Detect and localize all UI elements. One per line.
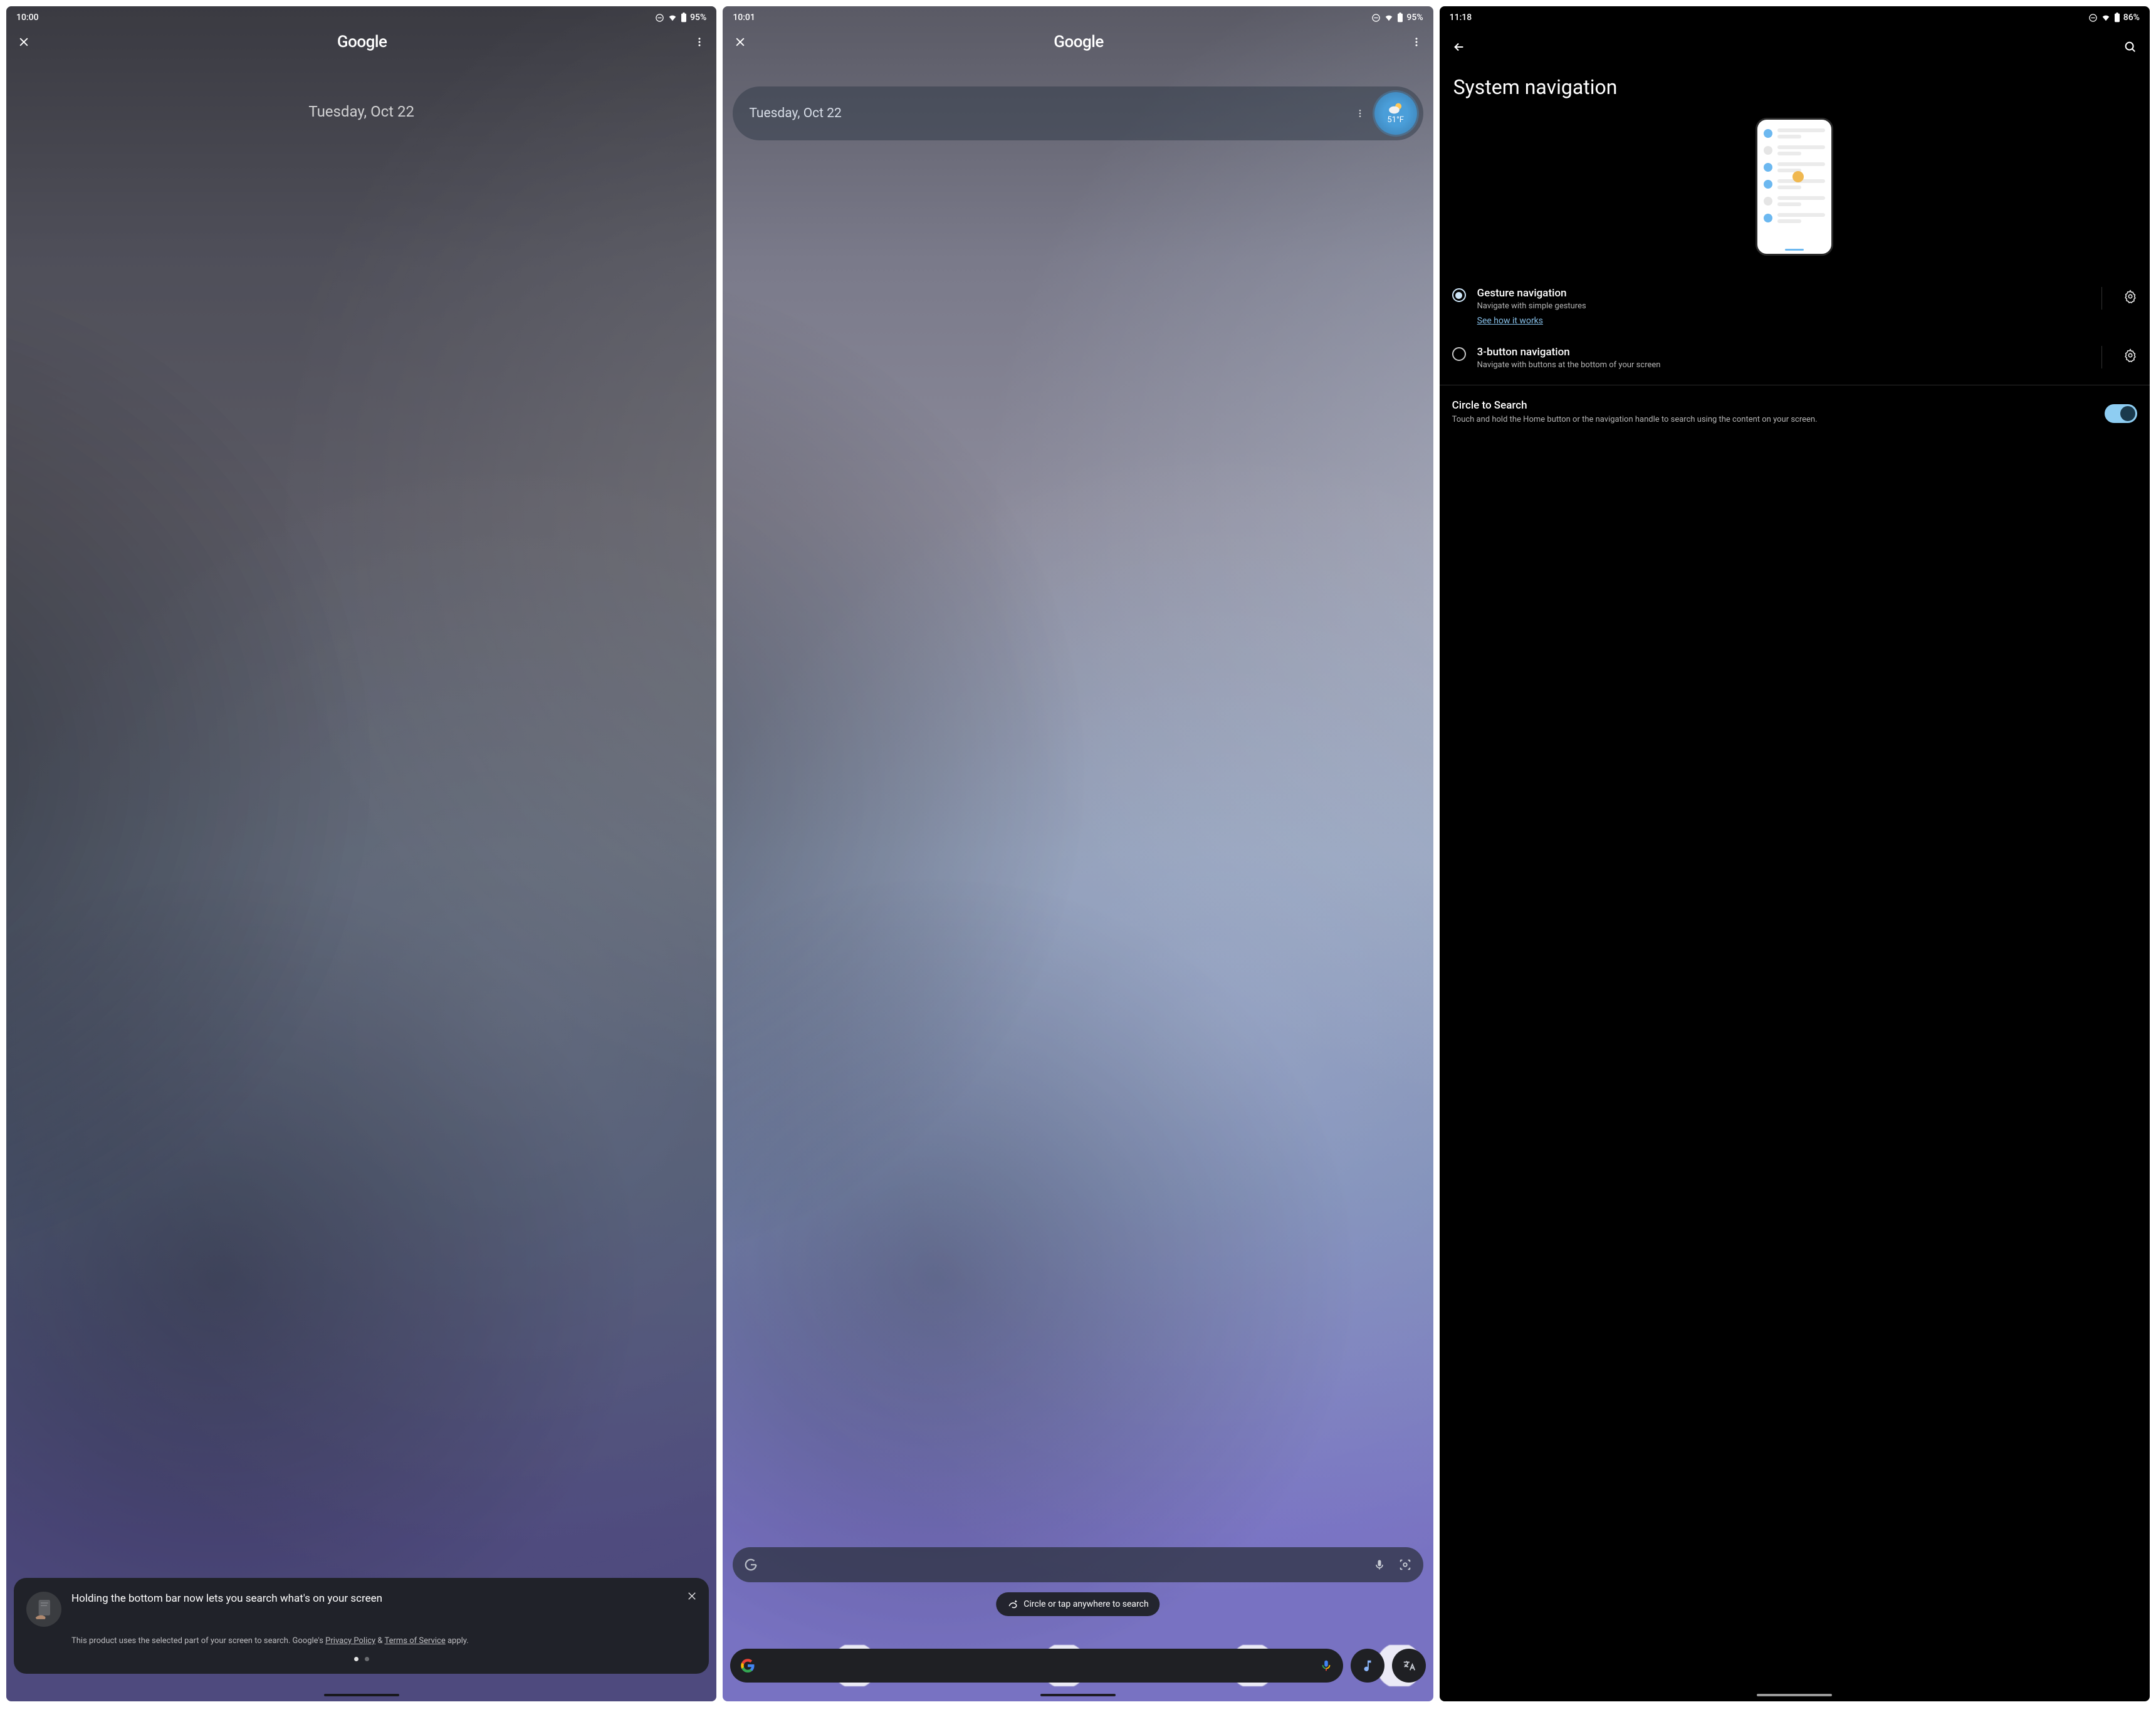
battery-percent: 95% xyxy=(1406,13,1423,23)
search-bar[interactable] xyxy=(733,1547,1423,1582)
status-bar: 10:01 95% xyxy=(723,6,1433,26)
option-title: Gesture navigation xyxy=(1477,287,2080,300)
weather-chip[interactable]: 51°F xyxy=(1374,92,1417,135)
google-g-colored-icon xyxy=(740,1658,755,1673)
page-dot-2 xyxy=(365,1657,369,1661)
mic-icon[interactable] xyxy=(1373,1558,1386,1571)
wifi-icon xyxy=(1384,13,1394,22)
status-clock: 10:00 xyxy=(16,13,39,23)
glance-widget[interactable]: Tuesday, Oct 22 51°F xyxy=(733,86,1423,140)
prompt-text: Circle or tap anywhere to search xyxy=(1023,1599,1148,1609)
translate-button[interactable] xyxy=(1392,1649,1426,1683)
glance-date: Tuesday, Oct 22 xyxy=(6,60,716,127)
tooltip-title: Holding the bottom bar now lets you sear… xyxy=(71,1592,400,1627)
divider xyxy=(2101,346,2102,368)
tooltip-illustration-icon xyxy=(26,1592,61,1627)
google-g-icon xyxy=(744,1558,758,1572)
radio-gesture[interactable] xyxy=(1452,288,1466,302)
setting-subtitle: Touch and hold the Home button or the na… xyxy=(1452,414,2092,425)
gear-icon[interactable] xyxy=(2123,348,2137,362)
close-icon[interactable] xyxy=(18,36,30,48)
setting-title: Circle to Search xyxy=(1452,399,2092,412)
page-indicator xyxy=(26,1657,696,1661)
privacy-link[interactable]: Privacy Policy xyxy=(325,1636,375,1646)
option-subtitle: Navigate with simple gestures xyxy=(1477,301,2080,311)
close-icon[interactable] xyxy=(734,36,746,48)
main-search-pill[interactable] xyxy=(730,1649,1342,1683)
gear-icon[interactable] xyxy=(2123,290,2137,303)
status-bar: 11:18 86% xyxy=(1440,6,2150,26)
wifi-icon xyxy=(667,13,678,22)
battery-percent: 95% xyxy=(690,13,706,23)
battery-icon xyxy=(2114,13,2120,23)
screenshot-2: 10:01 95% Google Tuesday, Oct 22 51°F xyxy=(723,6,1433,1701)
radio-3button[interactable] xyxy=(1452,347,1466,361)
screenshot-1: 10:00 95% Google Tue xyxy=(6,6,716,1701)
glance-date: Tuesday, Oct 22 xyxy=(749,106,1350,121)
see-how-link[interactable]: See how it works xyxy=(1477,316,1543,326)
option-subtitle: Navigate with buttons at the bottom of y… xyxy=(1477,360,2080,370)
tooltip-close-icon[interactable] xyxy=(686,1590,698,1602)
search-action-row xyxy=(730,1649,1425,1683)
circle-to-search-prompt: Circle or tap anywhere to search xyxy=(996,1592,1159,1616)
circle-to-search-setting[interactable]: Circle to Search Touch and hold the Home… xyxy=(1440,390,2150,434)
battery-icon xyxy=(1397,13,1403,23)
gesture-illustration xyxy=(1756,118,1833,256)
title-logo: Google xyxy=(1054,33,1104,51)
wifi-icon xyxy=(2101,13,2111,22)
tos-link[interactable]: Terms of Service xyxy=(385,1636,446,1646)
tooltip-body: This product uses the selected part of y… xyxy=(26,1636,696,1647)
gesture-handle[interactable] xyxy=(1757,1694,1832,1696)
search-icon[interactable] xyxy=(2123,40,2137,54)
dnd-icon xyxy=(655,13,664,23)
page-title: System navigation xyxy=(1440,59,2150,118)
gesture-handle[interactable] xyxy=(1040,1694,1116,1696)
circle-to-search-toggle[interactable] xyxy=(2105,404,2137,423)
more-icon[interactable] xyxy=(1411,36,1422,48)
battery-icon xyxy=(681,13,687,23)
music-search-button[interactable] xyxy=(1351,1649,1384,1683)
screenshot-3: 11:18 86% System navigation xyxy=(1440,6,2150,1701)
option-title: 3-button navigation xyxy=(1477,346,2080,358)
title-logo: Google xyxy=(337,33,387,51)
gesture-handle[interactable] xyxy=(324,1694,399,1696)
lens-icon[interactable] xyxy=(1398,1558,1412,1572)
option-3-button-navigation[interactable]: 3-button navigation Navigate with button… xyxy=(1440,336,2150,380)
more-icon[interactable] xyxy=(694,36,705,48)
dnd-icon xyxy=(2088,13,2098,23)
weather-icon xyxy=(1388,102,1404,115)
status-clock: 10:01 xyxy=(733,13,755,23)
glance-more-icon[interactable] xyxy=(1351,108,1369,118)
mic-colored-icon[interactable] xyxy=(1319,1659,1333,1673)
battery-percent: 86% xyxy=(2123,13,2140,23)
status-bar: 10:00 95% xyxy=(6,6,716,26)
weather-temp: 51°F xyxy=(1387,115,1404,125)
option-gesture-navigation[interactable]: Gesture navigation Navigate with simple … xyxy=(1440,277,2150,336)
divider xyxy=(2101,287,2102,310)
page-dot-1 xyxy=(354,1657,358,1661)
onboarding-tooltip: Holding the bottom bar now lets you sear… xyxy=(14,1578,709,1674)
status-clock: 11:18 xyxy=(1450,13,1472,23)
back-icon[interactable] xyxy=(1452,40,1466,54)
dnd-icon xyxy=(1371,13,1381,23)
sparkle-scribble-icon xyxy=(1007,1599,1018,1610)
